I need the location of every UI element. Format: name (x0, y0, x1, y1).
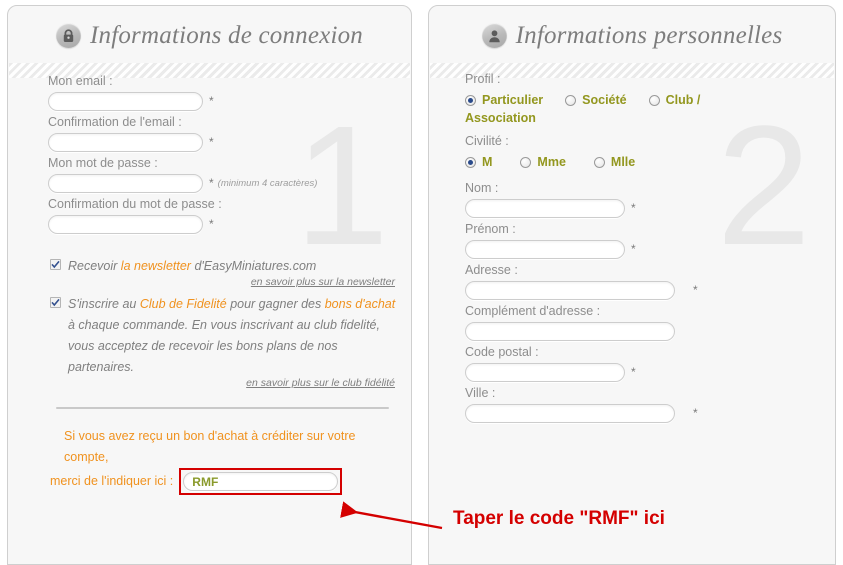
field-prenom: Prénom : * (465, 221, 821, 259)
profil-radio-group: Profil : Particulier Société Club / Asso… (465, 71, 821, 125)
required-marker: * (693, 283, 698, 297)
required-marker: * (631, 242, 636, 256)
loyalty-label: S'inscrire au Club de Fidelité pour gagn… (68, 294, 397, 378)
annotation-label: Taper le code "RMF" ici (453, 508, 665, 529)
label-mon-email: Mon email : (48, 74, 113, 88)
loyalty-checkbox[interactable] (50, 297, 61, 308)
radio-label-mlle: Mlle (610, 155, 636, 169)
field-nom: Nom : * (465, 180, 821, 218)
voucher-line-1: Si vous avez reçu un bon d'achat à crédi… (64, 429, 356, 464)
label-adresse: Adresse : (465, 263, 518, 277)
field-mot-de-passe: Mon mot de passe : * (minimum 4 caractèr… (48, 155, 397, 193)
required-marker: * (209, 94, 214, 108)
radio-profil-societe[interactable]: Société (565, 90, 627, 110)
radio-dot-m[interactable] (465, 156, 476, 168)
field-confirmation-email: Confirmation de l'email : * (48, 114, 397, 152)
radio-label-societe: Société (582, 93, 627, 107)
radio-label-mme: Mme (537, 155, 566, 169)
radio-dot-mlle[interactable] (593, 156, 605, 168)
loyalty-part3: à chaque commande. En vous inscrivant au… (68, 318, 380, 374)
required-marker: * (209, 217, 214, 231)
input-complement-adresse[interactable] (465, 322, 675, 341)
radio-label-club-association-wrap: Association (465, 111, 536, 125)
radio-dot-societe[interactable] (565, 94, 577, 106)
field-mon-email: Mon email : * (48, 73, 397, 111)
label-mot-de-passe: Mon mot de passe : (48, 156, 158, 170)
newsletter-label: Recevoir la newsletter d'EasyMiniatures.… (68, 256, 316, 277)
radio-label-club: Club / (665, 93, 701, 107)
radio-civilite-mlle[interactable]: Mlle (593, 152, 636, 172)
label-nom: Nom : (465, 181, 499, 195)
field-code-postal: Code postal : * (465, 344, 821, 382)
loyalty-highlight-club: Club de Fidelité (139, 297, 227, 311)
personal-panel-title: Informations personnelles (515, 21, 783, 49)
voucher-input-highlight-box (179, 468, 343, 495)
voucher-line-2: merci de l'indiquer ici : (50, 474, 174, 488)
loyalty-highlight-bons: bons d'achat (324, 297, 396, 311)
newsletter-text-after: d'EasyMiniatures.com (190, 259, 317, 273)
label-confirmation-mot-de-passe: Confirmation du mot de passe : (48, 197, 222, 211)
voucher-block: Si vous avez reçu un bon d'achat à crédi… (48, 426, 397, 495)
field-adresse: Adresse : * (465, 262, 821, 300)
input-prenom[interactable] (465, 240, 625, 259)
newsletter-option-row[interactable]: Recevoir la newsletter d'EasyMiniatures.… (50, 256, 397, 277)
lock-icon (55, 23, 81, 48)
input-ville[interactable] (465, 404, 675, 423)
newsletter-checkbox[interactable] (50, 259, 61, 270)
login-information-panel: Informations de connexion 1 Mon email : … (7, 5, 412, 565)
required-marker: * (631, 201, 636, 215)
label-prenom: Prénom : (465, 222, 516, 236)
label-complement-adresse: Complément d'adresse : (465, 304, 601, 318)
field-complement-adresse: Complément d'adresse : (465, 303, 821, 341)
page-root: Informations de connexion 1 Mon email : … (0, 0, 843, 565)
input-confirmation-email[interactable] (48, 133, 203, 152)
input-mot-de-passe[interactable] (48, 174, 203, 193)
options-block: Recevoir la newsletter d'EasyMiniatures.… (48, 256, 397, 389)
person-icon (481, 23, 507, 48)
radio-civilite-mme[interactable]: Mme (520, 152, 566, 172)
login-panel-title: Informations de connexion (89, 21, 363, 49)
loyalty-part1: S'inscrire au (68, 297, 140, 311)
civilite-radio-group: Civilité : M Mme Mlle (465, 133, 821, 172)
radio-dot-particulier[interactable] (465, 94, 476, 106)
loyalty-option-row[interactable]: S'inscrire au Club de Fidelité pour gagn… (50, 294, 397, 378)
field-ville: Ville : * (465, 385, 821, 423)
required-marker: * (209, 135, 214, 149)
radio-label-particulier: Particulier (482, 93, 544, 107)
radio-civilite-m[interactable]: M (465, 152, 492, 172)
label-code-postal: Code postal : (465, 345, 539, 359)
required-marker: * (693, 406, 698, 420)
personal-panel-header: Informations personnelles (429, 6, 835, 59)
input-nom[interactable] (465, 199, 625, 218)
personal-information-panel: Informations personnelles 2 Profil : Par… (428, 5, 836, 565)
required-marker: * (209, 176, 214, 190)
radio-profil-particulier[interactable]: Particulier (465, 90, 543, 110)
label-civilite: Civilité : (465, 134, 509, 148)
loyalty-more-link[interactable]: en savoir plus sur le club fidélité (50, 377, 397, 389)
newsletter-text-before: Recevoir (68, 259, 121, 273)
input-adresse[interactable] (465, 281, 675, 300)
radio-profil-club[interactable]: Club / (648, 90, 701, 110)
label-profil: Profil : (465, 72, 501, 86)
label-ville: Ville : (465, 386, 496, 400)
radio-dot-club[interactable] (648, 94, 660, 106)
input-code-postal[interactable] (465, 363, 625, 382)
field-confirmation-mot-de-passe: Confirmation du mot de passe : * (48, 196, 397, 234)
login-form-body: Mon email : * Confirmation de l'email : … (8, 59, 411, 495)
voucher-separator (56, 407, 389, 409)
label-confirmation-email: Confirmation de l'email : (48, 115, 182, 129)
radio-dot-mme[interactable] (520, 156, 532, 168)
input-mon-email[interactable] (48, 92, 203, 111)
newsletter-highlight: la newsletter (120, 259, 191, 273)
loyalty-part2: pour gagner des (226, 297, 325, 311)
newsletter-more-link[interactable]: en savoir plus sur la newsletter (50, 276, 397, 288)
login-panel-header: Informations de connexion (8, 6, 411, 59)
input-confirmation-mot-de-passe[interactable] (48, 215, 203, 234)
radio-label-m: M (482, 155, 493, 169)
password-hint: (minimum 4 caractères) (217, 178, 318, 189)
personal-form-body: Profil : Particulier Société Club / Asso… (429, 59, 835, 423)
voucher-code-input[interactable] (183, 472, 339, 491)
required-marker: * (631, 365, 636, 379)
